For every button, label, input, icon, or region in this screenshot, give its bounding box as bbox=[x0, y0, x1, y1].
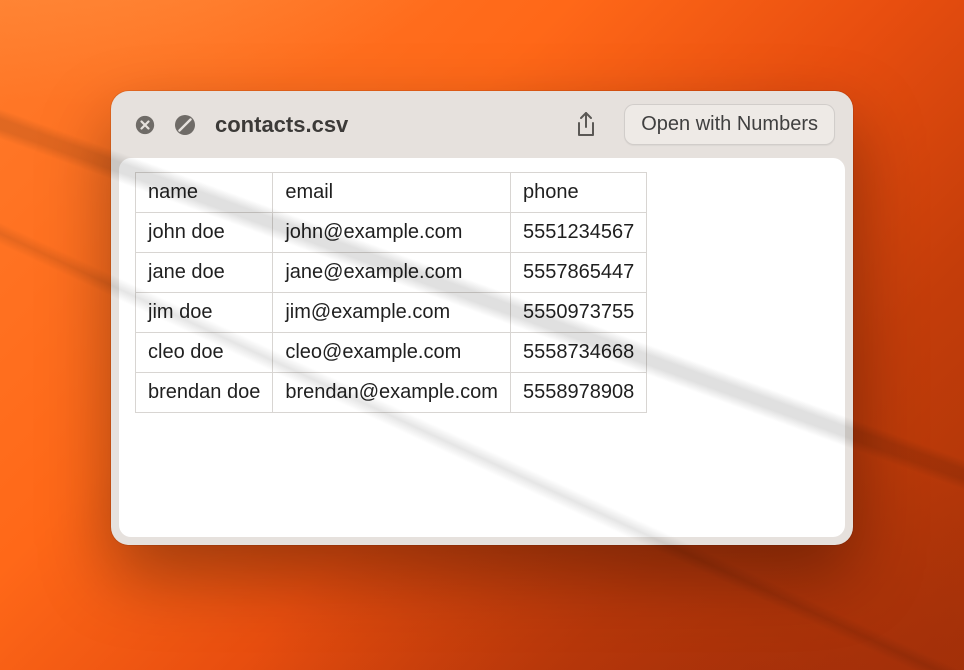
table-row: brendan doebrendan@example.com5558978908 bbox=[136, 373, 647, 413]
content-area: nameemailphonejohn doejohn@example.com55… bbox=[119, 158, 845, 537]
table-cell: jim@example.com bbox=[273, 293, 511, 333]
table-cell: john doe bbox=[136, 213, 273, 253]
table-row: jim doejim@example.com5550973755 bbox=[136, 293, 647, 333]
table-cell: cleo@example.com bbox=[273, 333, 511, 373]
table-cell: cleo doe bbox=[136, 333, 273, 373]
table-row: john doejohn@example.com5551234567 bbox=[136, 213, 647, 253]
table-header-cell: name bbox=[136, 173, 273, 213]
table-cell: 5558734668 bbox=[510, 333, 646, 373]
close-icon[interactable] bbox=[131, 111, 159, 139]
table-row: jane doejane@example.com5557865447 bbox=[136, 253, 647, 293]
table-header-cell: phone bbox=[510, 173, 646, 213]
open-with-button[interactable]: Open with Numbers bbox=[624, 104, 835, 145]
table-header-cell: email bbox=[273, 173, 511, 213]
titlebar: contacts.csv Open with Numbers bbox=[111, 91, 853, 158]
table-row: nameemailphone bbox=[136, 173, 647, 213]
table-row: cleo doecleo@example.com5558734668 bbox=[136, 333, 647, 373]
table-cell: jane doe bbox=[136, 253, 273, 293]
csv-table: nameemailphonejohn doejohn@example.com55… bbox=[135, 172, 647, 413]
table-cell: 5551234567 bbox=[510, 213, 646, 253]
table-cell: 5550973755 bbox=[510, 293, 646, 333]
table-cell: brendan doe bbox=[136, 373, 273, 413]
table-cell: jane@example.com bbox=[273, 253, 511, 293]
prohibit-icon bbox=[171, 111, 199, 139]
share-button[interactable] bbox=[566, 105, 606, 145]
table-cell: 5557865447 bbox=[510, 253, 646, 293]
table-cell: john@example.com bbox=[273, 213, 511, 253]
quicklook-window: contacts.csv Open with Numbers nameemail… bbox=[111, 91, 853, 545]
table-cell: jim doe bbox=[136, 293, 273, 333]
table-cell: 5558978908 bbox=[510, 373, 646, 413]
table-cell: brendan@example.com bbox=[273, 373, 511, 413]
window-title: contacts.csv bbox=[215, 112, 348, 138]
